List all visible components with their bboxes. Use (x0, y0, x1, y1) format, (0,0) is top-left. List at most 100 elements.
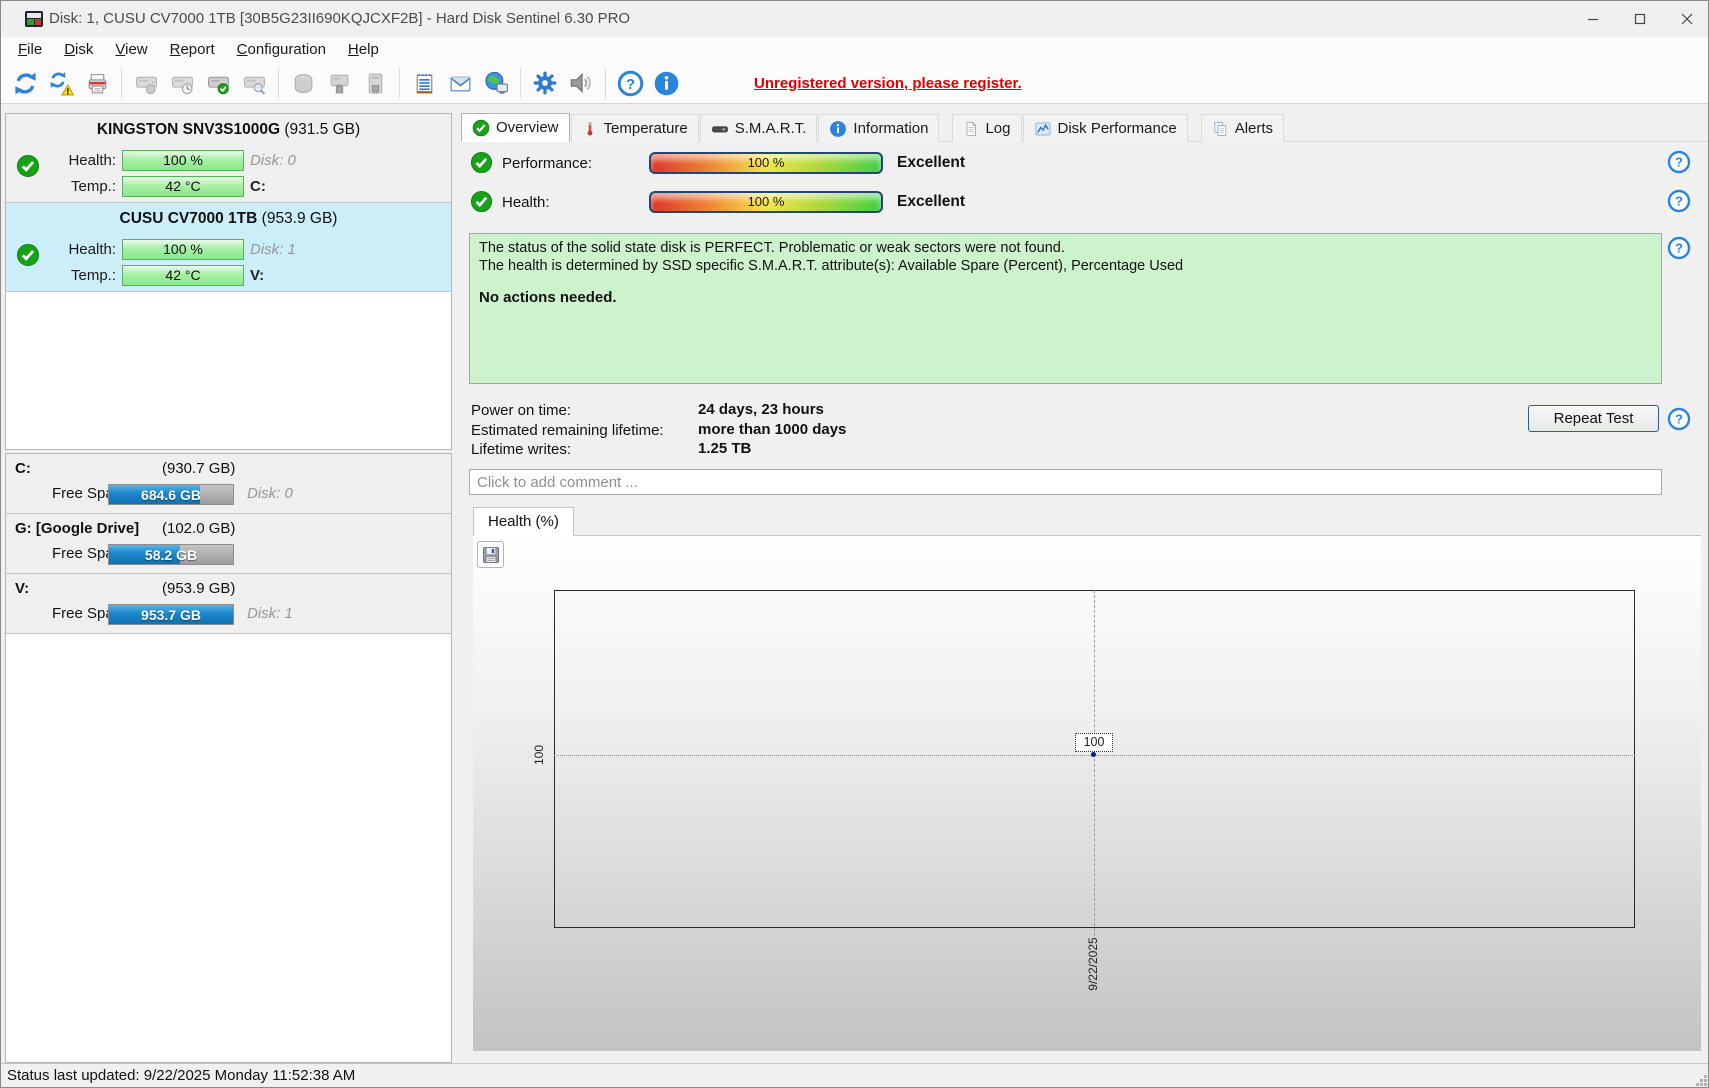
partition-label: V: (15, 580, 30, 597)
health-ok-icon (470, 190, 493, 213)
title-bar[interactable]: Disk: 1, CUSU CV7000 1TB [30B5G23II690KQ… (1, 1, 1708, 37)
menu-help[interactable]: Help (337, 37, 390, 63)
unregistered-notice-link[interactable]: Unregistered version, please register. (754, 75, 1022, 92)
repeat-test-button[interactable]: Repeat Test (1528, 405, 1659, 432)
disk-clock-icon (170, 71, 195, 96)
disk-list: KINGSTON SNV3S1000G (931.5 GB) Health: 1… (5, 113, 452, 450)
alerts-pages-icon (1212, 120, 1229, 138)
settings-gear-icon (532, 70, 558, 96)
network-button[interactable] (478, 66, 514, 100)
disk-connect-button[interactable] (321, 66, 357, 100)
disk-search-button[interactable] (236, 66, 272, 100)
status-line-2: The health is determined by SSD specific… (479, 257, 1184, 274)
info-icon (653, 70, 680, 97)
partition-size: (102.0 GB) (162, 520, 236, 537)
free-space-bar: 58.2 GB (108, 544, 234, 565)
disk-size: (953.9 GB) (261, 210, 338, 227)
partition-row-g[interactable]: G: [Google Drive] (102.0 GB) Free Space … (6, 514, 451, 574)
disk-offline-button[interactable] (285, 66, 321, 100)
info-button[interactable] (648, 66, 684, 100)
disk-search-icon (242, 71, 267, 96)
menu-file[interactable]: File (7, 37, 53, 63)
disk-check-button[interactable] (200, 66, 236, 100)
temp-bar: 42 °C (122, 176, 244, 197)
performance-help-icon[interactable]: ? (1667, 150, 1691, 174)
help-icon: ? (617, 70, 644, 97)
log-page-icon (963, 120, 979, 138)
menu-view[interactable]: View (104, 37, 158, 63)
health-bar: 100 % (122, 150, 244, 171)
notepad-button[interactable] (406, 66, 442, 100)
toolbar-separator (520, 68, 521, 98)
menu-report[interactable]: Report (159, 37, 226, 63)
status-help-icon[interactable]: ? (1667, 236, 1691, 260)
tab-log[interactable]: Log (952, 114, 1022, 142)
disk-offline-icon (291, 71, 316, 96)
save-chart-button[interactable] (477, 541, 504, 568)
resize-grip[interactable] (1694, 1073, 1708, 1087)
chart-tab-health[interactable]: Health (%) (473, 507, 574, 536)
free-space-value: 953.7 GB (141, 607, 201, 623)
minimize-button[interactable] (1569, 1, 1616, 37)
sound-button[interactable] (563, 66, 599, 100)
menu-configuration[interactable]: Configuration (226, 37, 337, 63)
disk-row-kingston[interactable]: KINGSTON SNV3S1000G (931.5 GB) Health: 1… (6, 114, 451, 203)
disk-row-cusu-selected[interactable]: CUSU CV7000 1TB (953.9 GB) Health: 100 %… (6, 203, 451, 292)
temp-label: Temp.: (70, 267, 116, 284)
comment-input[interactable] (469, 469, 1662, 495)
tab-disk-performance[interactable]: Disk Performance (1022, 114, 1188, 142)
disk-eject-button[interactable] (357, 66, 393, 100)
chart-data-point (1091, 752, 1096, 757)
health-chart-panel: 100 100 9/22/2025 (473, 535, 1701, 1051)
tab-bar: Overview Temperature S.M.A.R.T. Informat… (461, 113, 1706, 142)
information-icon (829, 120, 847, 138)
application-window: Disk: 1, CUSU CV7000 1TB [30B5G23II690KQ… (0, 0, 1709, 1088)
disk-name: CUSU CV7000 1TB (119, 210, 258, 227)
refresh-alert-button[interactable] (43, 66, 79, 100)
remaining-lifetime-value: more than 1000 days (698, 421, 847, 438)
tab-overview[interactable]: Overview (461, 113, 570, 142)
tab-smart[interactable]: S.M.A.R.T. (699, 114, 818, 142)
refresh-button[interactable] (7, 66, 43, 100)
tab-temperature[interactable]: Temperature (570, 114, 699, 142)
report-button[interactable] (79, 66, 115, 100)
temp-label: Temp.: (70, 178, 116, 195)
tab-alerts[interactable]: Alerts (1200, 114, 1285, 142)
partition-list: C: (930.7 GB) Free Space 684.6 GB Disk: … (5, 453, 452, 1063)
health-help-icon[interactable]: ? (1667, 189, 1691, 213)
lifetime-writes-label: Lifetime writes: (471, 441, 572, 458)
status-line-1: The status of the solid state disk is PE… (479, 240, 1065, 256)
partition-row-c[interactable]: C: (930.7 GB) Free Space 684.6 GB Disk: … (6, 454, 451, 514)
remaining-lifetime-label: Estimated remaining lifetime: (471, 422, 664, 439)
partition-row-v[interactable]: V: (953.9 GB) Free Space 953.7 GB Disk: … (6, 574, 451, 634)
disk-number: Disk: 1 (250, 241, 296, 258)
menu-disk[interactable]: Disk (53, 37, 104, 63)
partition-size: (930.7 GB) (162, 460, 236, 477)
tab-information[interactable]: Information (818, 114, 940, 142)
partition-size: (953.9 GB) (162, 580, 236, 597)
disk-ok-icon (16, 154, 40, 178)
disk-size: (931.5 GB) (284, 121, 361, 138)
mail-button[interactable] (442, 66, 478, 100)
health-label: Health: (502, 194, 550, 211)
svg-text:?: ? (1675, 194, 1683, 209)
toolbar: ? Unregistered version, please register. (1, 63, 1708, 104)
drive-icon (711, 120, 729, 138)
help-button[interactable]: ? (612, 66, 648, 100)
maximize-button[interactable] (1616, 1, 1663, 37)
performance-label: Performance: (502, 155, 593, 172)
temp-bar: 42 °C (122, 265, 244, 286)
settings-button[interactable] (527, 66, 563, 100)
chart-point-label: 100 (1075, 733, 1113, 752)
repeat-test-help-icon[interactable]: ? (1667, 407, 1691, 431)
toolbar-separator (278, 68, 279, 98)
disk-detect-button[interactable] (128, 66, 164, 100)
power-on-time-value: 24 days, 23 hours (698, 401, 824, 418)
app-logo-icon (25, 11, 43, 27)
toolbar-separator (121, 68, 122, 98)
health-label: Health: (68, 241, 116, 258)
status-bar-text: Status last updated: 9/22/2025 Monday 11… (7, 1067, 356, 1084)
disk-clock-button[interactable] (164, 66, 200, 100)
close-button[interactable] (1663, 1, 1708, 37)
thermometer-icon (582, 120, 598, 138)
